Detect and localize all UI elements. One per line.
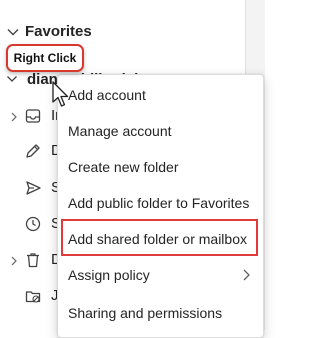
menu-item-add-public-folder[interactable]: Add public folder to Favorites [58,185,263,221]
menu-item-label: Sharing and permissions [68,305,223,321]
context-menu: Add account Manage account Create new fo… [57,74,264,338]
folder-item-deleted[interactable]: D [0,249,62,273]
menu-item-add-account[interactable]: Add account [58,77,263,113]
chevron-right-icon [243,269,250,281]
chevron-right-icon [11,112,17,122]
callout-text: Right Click [13,51,77,65]
highlight-annotation [61,219,258,256]
menu-item-label: Add public folder to Favorites [68,195,250,211]
folder-item-scheduled[interactable]: S [0,213,61,237]
junk-icon [25,291,41,303]
folder-item-drafts[interactable]: D [0,140,62,164]
menu-item-label: Assign policy [68,267,150,283]
folder-item-junk[interactable]: Ju [0,285,67,309]
folder-item-sent[interactable]: S [0,177,61,201]
scheduled-icon [25,216,41,232]
favorites-label: Favorites [25,23,92,40]
menu-item-label: Create new folder [68,159,179,175]
drafts-icon [26,144,40,158]
chevron-down-icon [7,29,19,36]
deleted-icon [27,253,39,268]
mouse-pointer-icon [52,81,69,107]
menu-item-assign-policy[interactable]: Assign policy [58,257,263,293]
inbox-icon [25,109,41,123]
menu-item-create-new-folder[interactable]: Create new folder [58,149,263,185]
chevron-right-icon [11,256,17,266]
chevron-down-icon [7,76,17,82]
menu-item-manage-account[interactable]: Manage account [58,113,263,149]
menu-item-label: Manage account [68,123,172,139]
sent-icon [26,181,41,195]
menu-item-label: Add account [68,87,146,103]
favorites-header[interactable]: Favorites [0,18,244,46]
right-click-callout: Right Click [6,44,84,72]
menu-item-sharing-permissions[interactable]: Sharing and permissions [58,295,263,331]
